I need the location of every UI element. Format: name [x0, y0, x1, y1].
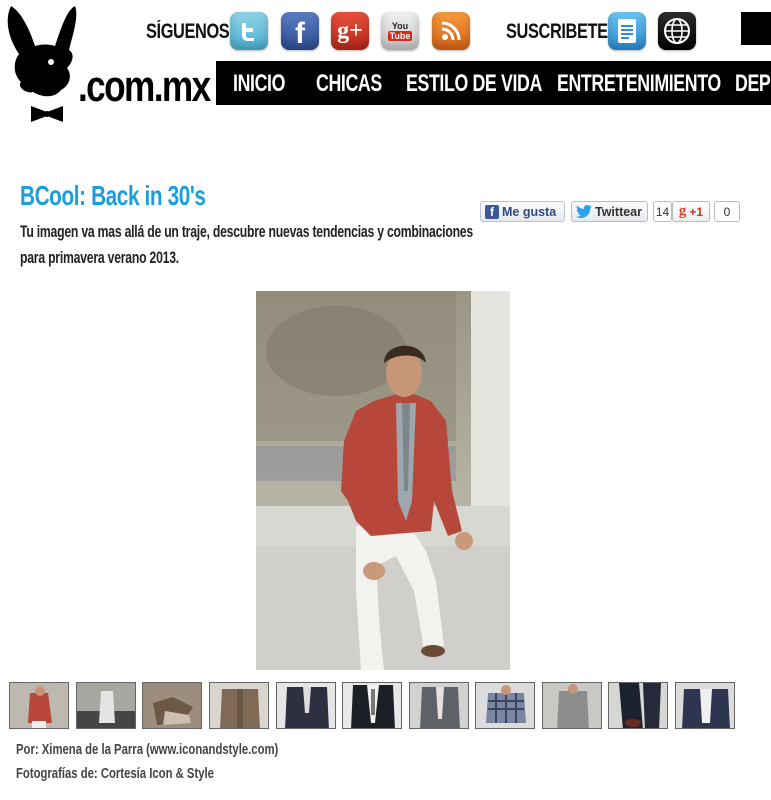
gallery-thumb-image	[143, 683, 201, 728]
facebook-icon[interactable]: f	[281, 12, 319, 50]
facebook-like-label: Me gusta	[502, 204, 557, 219]
share-zero-count: 0	[714, 201, 740, 222]
google-g-icon: g	[678, 203, 687, 219]
gallery-thumb-image	[676, 683, 734, 728]
gallery-thumb[interactable]	[9, 682, 69, 729]
article-subtitle: Tu imagen va mas allá de un traje, descu…	[20, 223, 473, 267]
credit-author: Por: Ximena de la Parra (www.iconandstyl…	[16, 742, 279, 758]
gallery-thumb-image	[210, 683, 268, 728]
gallery-thumb-image	[10, 683, 68, 728]
article-title: BCool: Back in 30's	[20, 180, 206, 211]
gallery-thumb[interactable]	[209, 682, 269, 729]
youtube-icon[interactable]: You Tube	[381, 12, 419, 50]
gallery-thumb-image	[343, 683, 401, 728]
facebook-like-button[interactable]: f Me gusta	[480, 201, 565, 222]
gallery-thumb[interactable]	[409, 682, 469, 729]
tweet-label: Twittear	[595, 204, 642, 219]
gallery-thumb-image	[543, 683, 601, 728]
gallery-thumb-image	[410, 683, 468, 728]
nav-item-deportes[interactable]: DEPO	[735, 70, 771, 98]
gallery-thumb[interactable]	[276, 682, 336, 729]
newsletter-icon[interactable]	[608, 12, 646, 50]
facebook-icon-letter: f	[295, 17, 305, 50]
google-plus-icon-text: g+	[337, 17, 363, 44]
main-nav: INICIO CHICAS ESTILO DE VIDA ENTRETENIMI…	[216, 61, 771, 105]
google-plus-icon[interactable]: g+	[331, 12, 369, 50]
google-plus-one-button[interactable]: g +1	[672, 201, 710, 222]
plus-one-count: 14	[653, 201, 672, 222]
logo-text: .com.mx	[78, 62, 211, 111]
gallery-thumb-image	[277, 683, 335, 728]
plus-one-label: +1	[689, 204, 704, 219]
globe-icon[interactable]	[658, 12, 696, 50]
tweet-button[interactable]: Twittear	[571, 201, 648, 222]
nav-item-estilo-de-vida[interactable]: ESTILO DE VIDA	[406, 70, 542, 98]
gallery-thumb[interactable]	[608, 682, 668, 729]
main-photo-image	[256, 291, 510, 670]
gallery-thumb[interactable]	[675, 682, 735, 729]
facebook-small-icon: f	[485, 204, 499, 219]
nav-item-chicas[interactable]: CHICAS	[316, 70, 382, 98]
nav-item-entretenimiento[interactable]: ENTRETENIMIENTO	[557, 70, 721, 98]
credit-photos: Fotografías de: Cortesía Icon & Style	[16, 766, 214, 782]
gallery-thumb-image	[77, 683, 135, 728]
gallery-thumb[interactable]	[475, 682, 535, 729]
gallery-thumb-image	[609, 683, 667, 728]
nav-item-inicio[interactable]: INICIO	[233, 70, 285, 98]
twitter-bird-icon	[576, 205, 592, 218]
youtube-icon-text-top: You	[391, 20, 409, 31]
follow-label: SÍGUENOS:	[146, 20, 235, 43]
gallery-thumb[interactable]	[76, 682, 136, 729]
youtube-icon-text-bottom: Tube	[387, 30, 413, 41]
gallery-thumb[interactable]	[542, 682, 602, 729]
main-photo[interactable]	[256, 291, 510, 670]
top-search-block[interactable]	[741, 12, 771, 45]
gallery-thumb-image	[476, 683, 534, 728]
gallery-thumb[interactable]	[342, 682, 402, 729]
subscribe-label: SUSCRIBETE:	[506, 20, 613, 43]
rss-icon[interactable]	[432, 12, 470, 50]
bunny-logo-icon	[7, 6, 77, 122]
twitter-icon[interactable]	[230, 12, 268, 50]
gallery-thumb[interactable]	[142, 682, 202, 729]
